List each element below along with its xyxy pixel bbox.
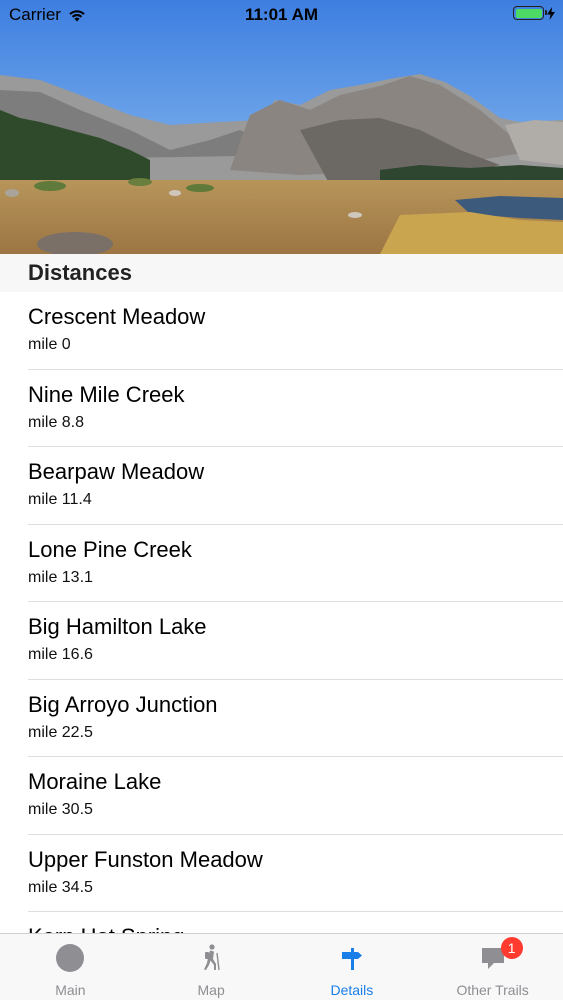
waypoint-mile: mile 8.8 xyxy=(28,413,85,431)
waypoint-mile: mile 0 xyxy=(28,336,71,353)
waypoint-mile: mile 11.4 xyxy=(28,491,92,508)
tab-label: Details xyxy=(330,982,374,998)
waypoint-name: Kern Hot Spring xyxy=(28,924,185,933)
signpost-icon xyxy=(341,948,362,970)
waypoint-mile: mile 16.6 xyxy=(28,646,93,663)
tab-map[interactable]: Map xyxy=(141,934,282,1000)
charging-bolt-icon xyxy=(547,6,555,20)
waypoint-name: Upper Funston Meadow xyxy=(28,846,263,872)
clock: 11:01 AM xyxy=(244,5,319,24)
waypoint-mile: mile 34.5 xyxy=(28,878,93,896)
waypoint-mile: mile 13.1 xyxy=(28,568,93,586)
circle-icon xyxy=(56,944,85,972)
waypoint-name: Lone Pine Creek xyxy=(28,536,192,562)
tab-details[interactable]: Details xyxy=(282,934,423,1000)
status-bar: Carrier 11:01 AM xyxy=(0,0,563,30)
waypoint-list[interactable]: Crescent Meadow mile 0 Nine Mile Creek m… xyxy=(0,292,563,933)
waypoint-name: Nine Mile Creek xyxy=(28,381,185,407)
trail-header-photo xyxy=(0,0,563,254)
tab-bar: Main Map Details 1 Other Trails xyxy=(0,933,563,1000)
battery-indicator xyxy=(513,6,555,20)
waypoint-name: Moraine Lake xyxy=(28,769,162,794)
tab-label: Other Trails xyxy=(456,982,529,998)
list-item[interactable]: Moraine Lake mile 30.5 xyxy=(0,757,563,835)
waypoint-mile: mile 22.5 xyxy=(28,723,93,741)
list-item[interactable]: Lone Pine Creek mile 13.1 xyxy=(0,525,563,603)
waypoint-name: Big Hamilton Lake xyxy=(28,614,207,639)
tab-other-trails[interactable]: 1 Other Trails xyxy=(422,934,563,1000)
section-header: Distances xyxy=(0,254,563,292)
list-item[interactable]: Kern Hot Spring xyxy=(0,912,563,933)
tab-label: Map xyxy=(197,982,225,998)
waypoint-name: Bearpaw Meadow xyxy=(28,459,205,484)
list-item[interactable]: Nine Mile Creek mile 8.8 xyxy=(0,370,563,448)
list-item[interactable]: Upper Funston Meadow mile 34.5 xyxy=(0,835,563,913)
tab-main[interactable]: Main xyxy=(0,934,141,1000)
waypoint-name: Big Arroyo Junction xyxy=(28,691,218,717)
section-title: Distances xyxy=(28,260,132,285)
list-item[interactable]: Big Arroyo Junction mile 22.5 xyxy=(0,680,563,758)
hiker-icon xyxy=(204,944,220,971)
battery-icon xyxy=(513,6,547,20)
waypoint-name: Crescent Meadow xyxy=(28,304,206,329)
list-item[interactable]: Bearpaw Meadow mile 11.4 xyxy=(0,447,563,525)
waypoint-mile: mile 30.5 xyxy=(28,801,93,818)
notification-badge: 1 xyxy=(500,937,523,959)
list-item[interactable]: Big Hamilton Lake mile 16.6 xyxy=(0,602,563,680)
list-item[interactable]: Crescent Meadow mile 0 xyxy=(0,292,563,370)
tab-label: Main xyxy=(55,982,86,998)
